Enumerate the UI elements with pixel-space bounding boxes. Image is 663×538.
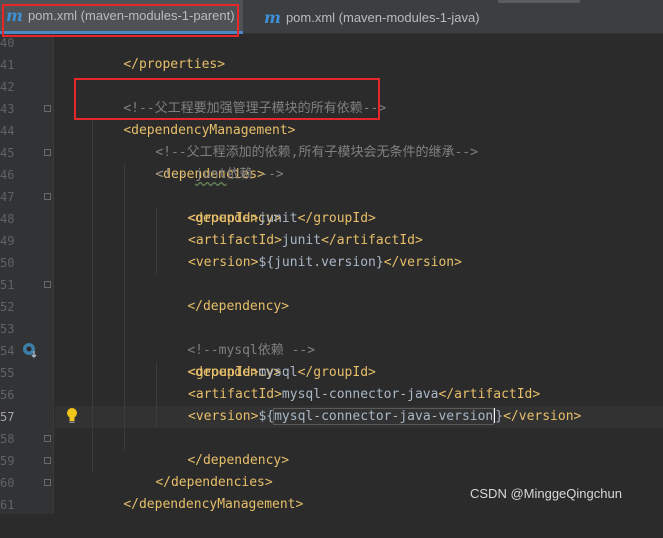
maven-m-icon: m (264, 7, 281, 27)
watermark: CSDN @MinggeQingchun (470, 486, 622, 501)
xml-value: ${ (258, 409, 275, 424)
line-number: 51 (0, 278, 15, 292)
code-line-48: <groupId>junit</groupId> (188, 208, 376, 230)
code-line-54: <dependency> (156, 340, 281, 380)
code-line-42: <!--父工程要加强管理子模块的所有依赖--> (92, 76, 386, 116)
xml-comment-end: 依赖 --> (226, 167, 284, 182)
xml-tag: </properties> (123, 57, 226, 72)
xml-open-tag: <artifactId> (188, 233, 282, 248)
xml-value: junit (258, 211, 298, 226)
line-number: 43 (0, 102, 15, 116)
code-line-53: <!--mysql依赖 --> (156, 318, 315, 358)
fold-marker-icon[interactable] (44, 149, 51, 156)
code-line-46: <!-- junt依赖 --> (156, 164, 284, 186)
line-number: 53 (0, 322, 15, 336)
line-number-current: 57 (0, 410, 15, 424)
xml-value-highlighted: mysql-connector-java-version (273, 408, 495, 425)
xml-tag: </dependency> (187, 299, 290, 314)
line-number: 55 (0, 366, 15, 380)
xml-open-tag: <artifactId> (188, 387, 282, 402)
fold-marker-icon[interactable] (44, 105, 51, 112)
line-number: 61 (0, 498, 15, 512)
maven-m-icon: m (6, 6, 23, 25)
code-line-40: </properties> (92, 32, 225, 72)
xml-open-tag: <groupId> (188, 365, 259, 380)
xml-close-tag: </artifactId> (438, 387, 541, 402)
xml-comment-typo-word: junt (195, 167, 227, 182)
xml-value: } (495, 409, 504, 424)
code-line-49: <artifactId>junit</artifactId> (188, 230, 423, 252)
xml-close-tag: </version> (503, 409, 582, 424)
line-number: 52 (0, 300, 15, 314)
code-line-56: <artifactId>mysql-connector-java</artifa… (188, 384, 540, 406)
code-line-55: <groupId>mysql</groupId> (188, 362, 376, 384)
code-line-44: <!--父工程添加的依赖,所有子模块会无条件的继承--> (124, 120, 478, 160)
xml-open-tag: <version> (188, 255, 259, 270)
line-number: 42 (0, 80, 15, 94)
line-number: 56 (0, 388, 15, 402)
xml-close-tag: </artifactId> (321, 233, 423, 248)
code-line-59: </dependencies> (124, 450, 272, 490)
tab-pom-java[interactable]: m pom.xml (maven-modules-1-java) (258, 0, 488, 34)
code-line-51: </dependency> (156, 274, 289, 314)
code-line-50: <version>${junit.version}</version> (188, 252, 462, 274)
line-number: 46 (0, 168, 15, 182)
xml-value: junit (281, 233, 322, 248)
xml-close-tag: </groupId> (297, 211, 376, 226)
line-number: 47 (0, 190, 15, 204)
xml-value: ${junit.version} (258, 255, 384, 270)
line-number: 41 (0, 58, 15, 72)
line-number: 49 (0, 234, 15, 248)
xml-close-tag: </groupId> (297, 365, 376, 380)
intention-bulb-icon[interactable] (65, 407, 79, 425)
line-number: 48 (0, 212, 15, 226)
code-line-47: <dependency> (156, 186, 281, 226)
tab-overflow-stub (498, 0, 580, 3)
line-number: 60 (0, 476, 15, 490)
fold-marker-icon[interactable] (44, 479, 51, 486)
code-line-58: </dependency> (156, 428, 289, 468)
xml-comment-start: <!-- (156, 167, 196, 182)
code-line-45: <dependencies> (124, 142, 265, 182)
run-gutter-icon[interactable] (22, 342, 38, 358)
code-line-60: </dependencyManagement> (92, 472, 303, 512)
tab-pom-parent[interactable]: m pom.xml (maven-modules-1-parent) (0, 0, 243, 34)
code-line-57: <version>${mysql-connector-java-version}… (188, 406, 581, 428)
fold-marker-icon[interactable] (44, 457, 51, 464)
line-number: 44 (0, 124, 15, 138)
xml-close-tag: </version> (383, 255, 462, 270)
xml-value: mysql (258, 365, 298, 380)
line-number: 54 (0, 344, 15, 358)
line-number: 50 (0, 256, 15, 270)
line-number: 45 (0, 146, 15, 160)
xml-open-tag: <groupId> (188, 211, 259, 226)
tab-label: pom.xml (maven-modules-1-java) (285, 9, 480, 25)
fold-marker-icon[interactable] (44, 435, 51, 442)
xml-open-tag: <version> (188, 409, 259, 424)
xml-tag: </dependencyManagement> (123, 497, 304, 512)
indent-guide (92, 120, 93, 472)
code-line-43: <dependencyManagement> (92, 98, 295, 138)
line-number: 58 (0, 432, 15, 446)
xml-value: mysql-connector-java (281, 387, 439, 402)
line-number: 59 (0, 454, 15, 468)
line-number: 40 (0, 36, 15, 50)
fold-marker-icon[interactable] (44, 193, 51, 200)
tab-label: pom.xml (maven-modules-1-parent) (27, 8, 235, 23)
fold-marker-icon[interactable] (44, 281, 51, 288)
editor-tab-bar: m pom.xml (maven-modules-1-parent) m pom… (0, 0, 663, 34)
